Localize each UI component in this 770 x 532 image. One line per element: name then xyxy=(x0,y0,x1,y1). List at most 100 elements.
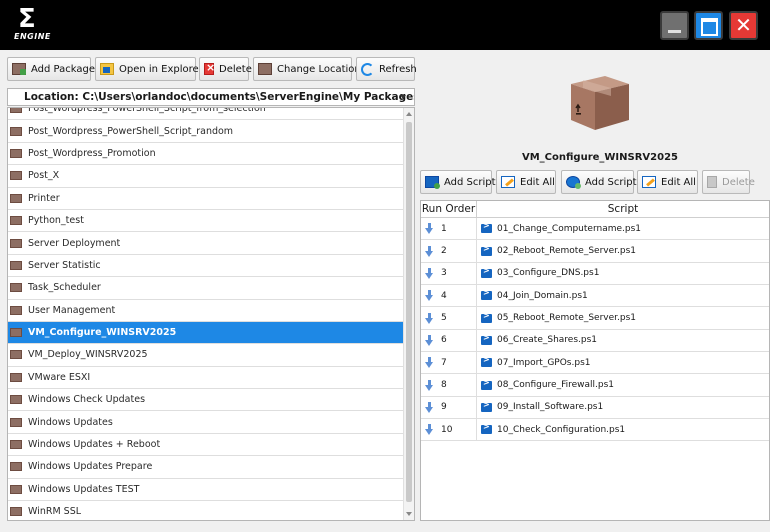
close-icon: ✕ xyxy=(735,13,752,37)
script-cell: 06_Create_Shares.ps1 xyxy=(477,333,769,346)
script-name: 09_Install_Software.ps1 xyxy=(497,402,604,413)
package-list-scrollbar[interactable] xyxy=(403,108,414,520)
package-list: Post_Wordpress_PowerShell_Script_from_se… xyxy=(7,107,415,521)
refresh-button[interactable]: Refresh xyxy=(356,57,417,81)
package-list-item[interactable]: Windows Updates Prepare xyxy=(8,456,404,479)
package-list-item[interactable]: VMware ESXI xyxy=(8,367,404,390)
delete-script-button[interactable]: Delete xyxy=(702,170,755,194)
arrow-down-icon[interactable] xyxy=(425,424,435,436)
package-list-item[interactable]: Windows Updates xyxy=(8,411,404,434)
run-order-number: 3 xyxy=(441,268,447,279)
package-list-item[interactable]: Post_Wordpress_PowerShell_Script_from_se… xyxy=(8,107,404,121)
script-row[interactable]: 3 03_Configure_DNS.ps1 xyxy=(421,262,769,286)
delete-package-button[interactable]: Delete xyxy=(199,57,252,81)
package-list-item[interactable]: Windows Updates TEST xyxy=(8,479,404,502)
powershell-icon xyxy=(481,288,492,301)
scroll-down-icon[interactable] xyxy=(406,512,412,516)
add-script-button[interactable]: Add Script xyxy=(420,170,496,194)
script-row[interactable]: 1 01_Change_Computername.ps1 xyxy=(421,218,769,241)
package-icon xyxy=(10,440,22,450)
refresh-icon xyxy=(361,62,374,76)
run-order-number: 9 xyxy=(441,402,447,413)
package-list-item[interactable]: Post_Wordpress_Promotion xyxy=(8,143,404,166)
package-label: Task_Scheduler xyxy=(28,282,101,294)
arrow-down-icon[interactable] xyxy=(425,223,435,235)
script-row[interactable]: 9 09_Install_Software.ps1 xyxy=(421,396,769,420)
package-list-item[interactable]: Python_test xyxy=(8,210,404,233)
change-location-label: Change Location xyxy=(277,63,361,75)
add-package-button[interactable]: Add Package xyxy=(7,57,95,81)
script-cell: 02_Reboot_Remote_Server.ps1 xyxy=(477,244,769,256)
script-row[interactable]: 8 08_Configure_Firewall.ps1 xyxy=(421,374,769,397)
powershell-icon xyxy=(481,333,492,345)
edit-all-button[interactable]: Edit All xyxy=(496,170,556,194)
package-icon xyxy=(10,417,22,427)
package-icon xyxy=(10,507,22,517)
package-icon xyxy=(10,395,22,405)
package-list-item[interactable]: VM_Deploy_WINSRV2025 xyxy=(8,344,404,367)
package-list-item[interactable]: Windows Check Updates xyxy=(8,389,404,412)
script-row[interactable]: 6 06_Create_Shares.ps1 xyxy=(421,329,769,353)
package-list-item[interactable]: User Management xyxy=(8,300,404,322)
script-row[interactable]: 7 07_Import_GPOs.ps1 xyxy=(421,352,769,375)
package-label: WinRM SSL xyxy=(28,506,82,518)
scrollbar-thumb[interactable] xyxy=(406,122,412,502)
arrow-down-icon[interactable] xyxy=(425,267,435,279)
script-row[interactable]: 4 04_Join_Domain.ps1 xyxy=(421,285,769,308)
package-icon xyxy=(10,238,22,248)
package-icon xyxy=(10,372,22,382)
arrow-down-icon[interactable] xyxy=(425,245,435,257)
location-dropdown[interactable]: Location: C:\Users\orlandoc\documents\Se… xyxy=(7,88,415,106)
powershell-icon xyxy=(481,221,492,234)
script-row[interactable]: 10 10_Check_Configuration.ps1 xyxy=(421,419,769,442)
maximize-button[interactable] xyxy=(694,11,723,40)
run-order-number: 5 xyxy=(441,313,447,324)
script-row[interactable]: 5 05_Reboot_Remote_Server.ps1 xyxy=(421,307,769,330)
package-list-item[interactable]: VM_Configure_WINSRV2025 xyxy=(8,321,404,345)
package-label: Post_Wordpress_PowerShell_Script_from_se… xyxy=(28,107,266,115)
package-list-item[interactable]: WinRM SSL xyxy=(8,501,404,520)
close-button[interactable]: ✕ xyxy=(729,11,758,40)
package-list-item[interactable]: Windows Updates + Reboot xyxy=(8,434,404,457)
change-location-button[interactable]: Change Location xyxy=(253,57,361,81)
add-script-from-package-button[interactable]: Add Script xyxy=(561,170,637,194)
package-icon xyxy=(10,350,22,360)
location-label: Location: C:\Users\orlandoc\documents\Se… xyxy=(24,91,415,103)
script-row[interactable]: 2 02_Reboot_Remote_Server.ps1 xyxy=(421,240,769,263)
open-in-explorer-button[interactable]: Open in Explorer xyxy=(95,57,203,81)
edit-all-2-button[interactable]: Edit All xyxy=(637,170,698,194)
script-cell: 09_Install_Software.ps1 xyxy=(477,400,769,413)
powershell-icon xyxy=(481,355,492,368)
package-list-item[interactable]: Post_Wordpress_PowerShell_Script_random xyxy=(8,120,404,143)
arrow-down-icon[interactable] xyxy=(425,401,435,413)
package-list-item[interactable]: Task_Scheduler xyxy=(8,277,404,300)
arrow-down-icon[interactable] xyxy=(425,312,435,324)
package-label: Windows Updates xyxy=(28,416,113,428)
arrow-down-icon[interactable] xyxy=(425,357,435,369)
package-list-item[interactable]: Server Deployment xyxy=(8,232,404,255)
minimize-button[interactable] xyxy=(660,11,689,40)
run-order-cell: 1 xyxy=(421,218,477,240)
script-header[interactable]: Script xyxy=(477,201,769,217)
package-list-item[interactable]: Server Statistic xyxy=(8,255,404,278)
package-label: Windows Check Updates xyxy=(28,394,146,406)
package-list-item[interactable]: Post_X xyxy=(8,165,404,188)
arrow-down-icon[interactable] xyxy=(425,379,435,391)
edit-all-2-icon xyxy=(642,176,656,188)
trash-icon xyxy=(707,176,717,188)
script-name: 06_Create_Shares.ps1 xyxy=(497,335,598,346)
script-cell: 08_Configure_Firewall.ps1 xyxy=(477,378,769,390)
run-order-cell: 3 xyxy=(421,262,477,285)
run-order-header[interactable]: Run Order xyxy=(421,201,477,217)
script-name: 03_Configure_DNS.ps1 xyxy=(497,268,600,279)
package-label: User Management xyxy=(28,304,116,316)
script-cell: 05_Reboot_Remote_Server.ps1 xyxy=(477,311,769,323)
arrow-down-icon[interactable] xyxy=(425,334,435,346)
scroll-up-icon[interactable] xyxy=(406,112,412,116)
arrow-down-icon[interactable] xyxy=(425,290,435,302)
package-list-item[interactable]: Printer xyxy=(8,188,404,210)
edit-all-2-label: Edit All xyxy=(661,176,696,188)
script-cell: 03_Configure_DNS.ps1 xyxy=(477,266,769,279)
package-label: Server Statistic xyxy=(28,259,101,271)
package-list-items: Post_Wordpress_PowerShell_Script_from_se… xyxy=(8,107,404,520)
